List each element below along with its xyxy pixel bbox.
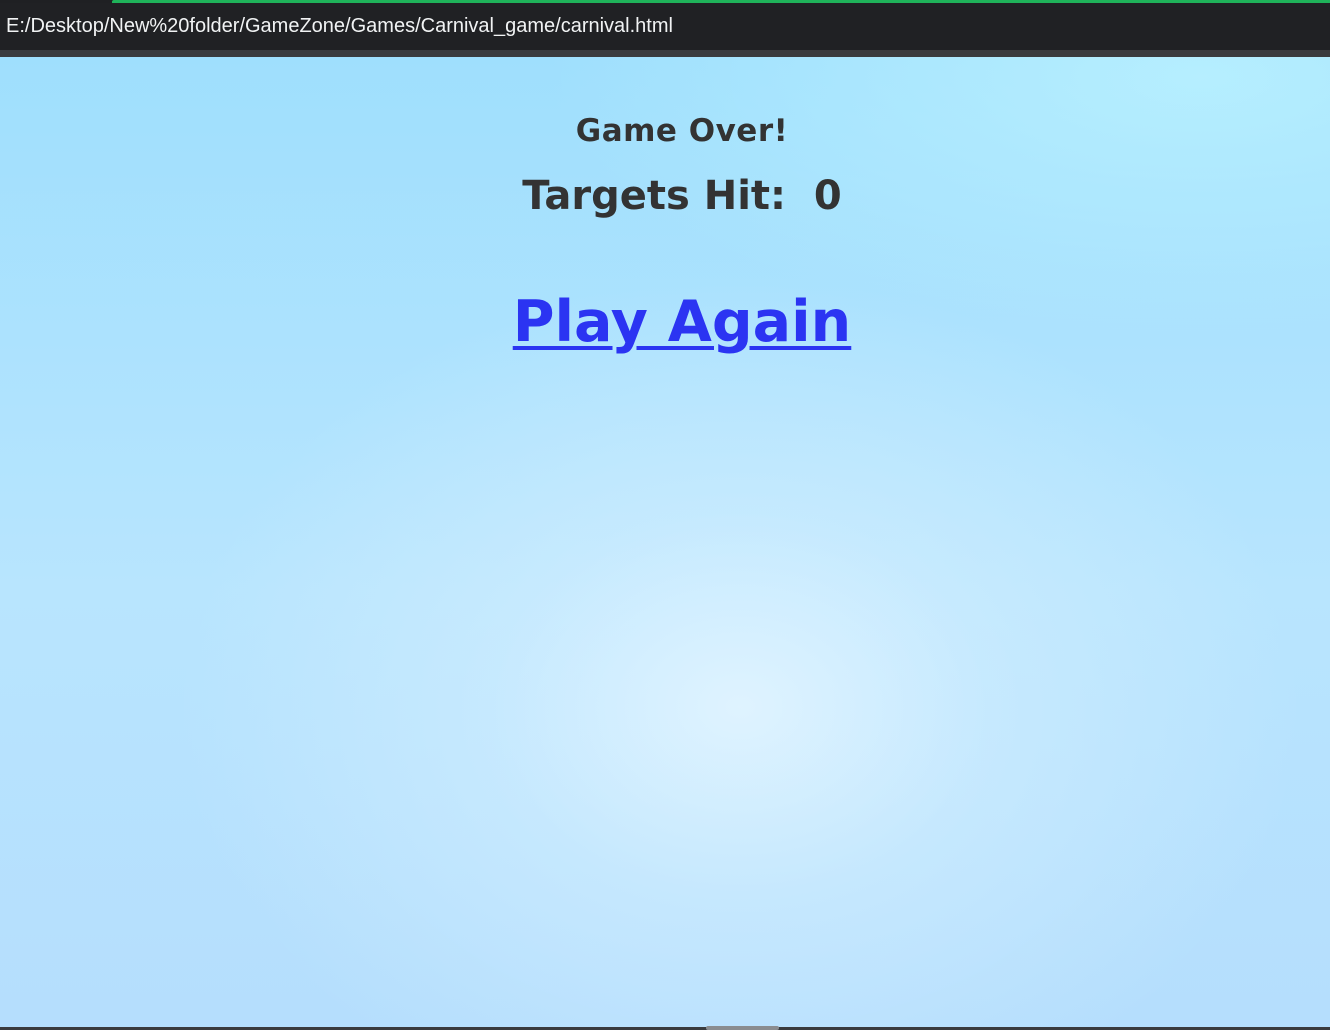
score-line: Targets Hit: 0 <box>0 173 1330 219</box>
toolbar-divider <box>0 50 1330 57</box>
play-again-link[interactable]: Play Again <box>0 289 1330 355</box>
score-value: 0 <box>813 173 842 219</box>
address-bar[interactable]: E:/Desktop/New%20folder/GameZone/Games/C… <box>0 3 1330 50</box>
game-over-title: Game Over! <box>575 113 789 149</box>
scrollbar-thumb[interactable] <box>706 1026 779 1030</box>
address-text[interactable]: E:/Desktop/New%20folder/GameZone/Games/C… <box>0 15 673 38</box>
page-viewport: Game Over! Targets Hit: 0 Play Again <box>0 57 1330 1027</box>
score-label: Targets Hit: <box>522 173 787 219</box>
